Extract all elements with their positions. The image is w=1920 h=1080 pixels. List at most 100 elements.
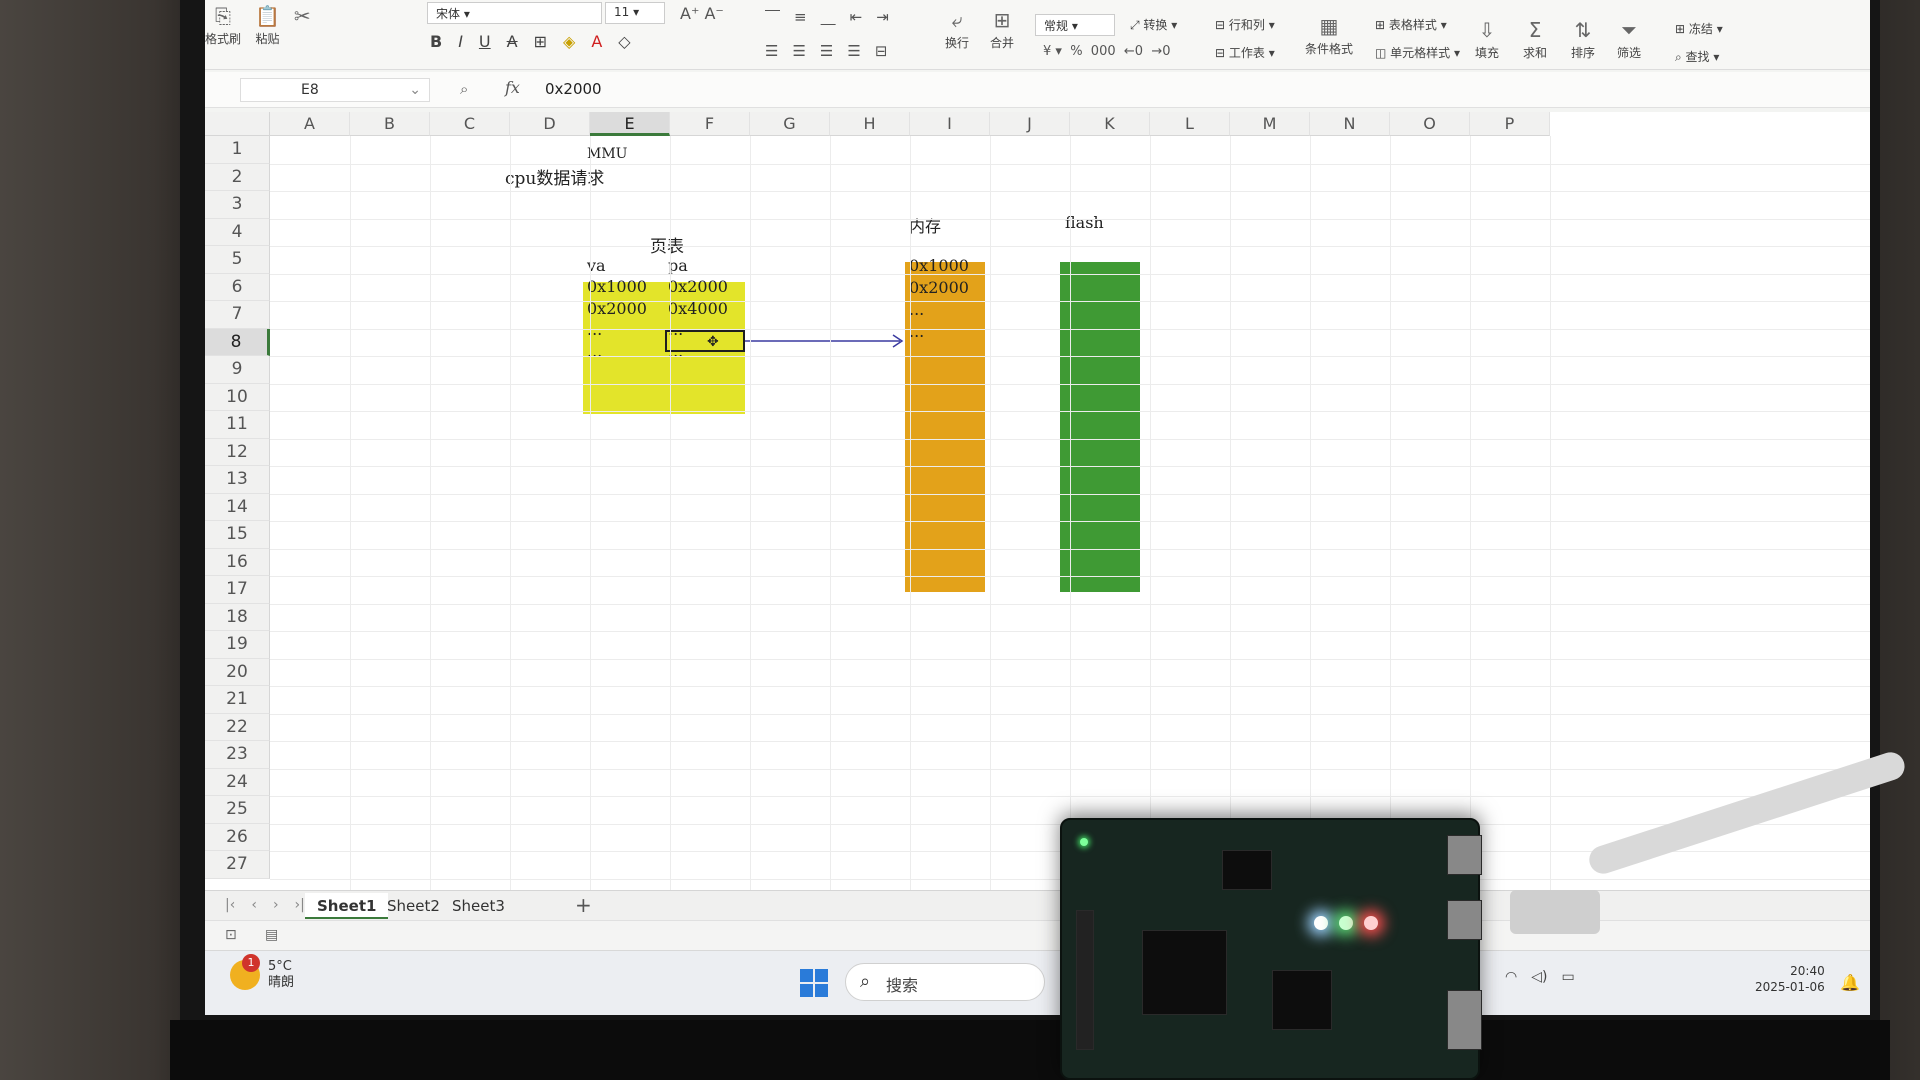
number-format-buttons[interactable]: ¥ ▾ % 000 ←0 →0 bbox=[1043, 44, 1170, 59]
column-header-i[interactable]: I bbox=[910, 112, 990, 136]
merge-button[interactable]: ⊞ 合并 bbox=[990, 8, 1014, 51]
row-header-19[interactable]: 19 bbox=[205, 631, 270, 659]
number-format-select[interactable]: 常规 ▾ bbox=[1035, 14, 1115, 36]
fill-color-icon[interactable]: ◈ bbox=[563, 32, 575, 51]
convert-button[interactable]: ⤢ 转换 ▾ bbox=[1130, 16, 1177, 33]
taskbar-search[interactable]: ⌕ 搜索 bbox=[845, 963, 1045, 1001]
last-sheet-icon[interactable]: ›| bbox=[295, 897, 305, 913]
row-header-26[interactable]: 26 bbox=[205, 823, 270, 851]
align-middle-icon[interactable]: ≡ bbox=[794, 8, 807, 26]
column-header-l[interactable]: L bbox=[1150, 112, 1230, 136]
bold-button[interactable]: B bbox=[430, 32, 442, 51]
formula-input[interactable]: 0x2000 bbox=[545, 80, 602, 98]
column-header-d[interactable]: D bbox=[510, 112, 590, 136]
underline-button[interactable]: U bbox=[479, 32, 491, 51]
row-header-12[interactable]: 12 bbox=[205, 438, 270, 466]
memory-row-2[interactable]: 0x2000 bbox=[909, 278, 969, 297]
row-header-27[interactable]: 27 bbox=[205, 851, 270, 879]
row-header-25[interactable]: 25 bbox=[205, 796, 270, 824]
font-name-select[interactable]: 宋体 ▾ bbox=[427, 2, 602, 24]
sum-button[interactable]: Σ 求和 bbox=[1523, 18, 1547, 61]
cut-button[interactable]: ✂ bbox=[294, 4, 311, 28]
worksheet-button[interactable]: ⊟ 工作表 ▾ bbox=[1215, 44, 1275, 61]
format-painter-button[interactable]: ⎘ 格式刷 bbox=[205, 4, 241, 47]
notification-bell-icon[interactable]: 🔔 bbox=[1840, 973, 1860, 992]
row-header-16[interactable]: 16 bbox=[205, 548, 270, 576]
column-header-f[interactable]: F bbox=[670, 112, 750, 136]
strikethrough-button[interactable]: A bbox=[507, 32, 518, 51]
macro-icon[interactable]: ⊡ bbox=[225, 927, 237, 943]
conditional-format-button[interactable]: ▦ 条件格式 bbox=[1305, 14, 1353, 57]
weather-widget[interactable]: 1 5°C 晴朗 bbox=[230, 954, 294, 991]
font-grow-shrink[interactable]: A⁺ A⁻ bbox=[680, 4, 724, 23]
row-header-23[interactable]: 23 bbox=[205, 741, 270, 769]
row-header-24[interactable]: 24 bbox=[205, 768, 270, 796]
row-header-15[interactable]: 15 bbox=[205, 521, 270, 549]
filter-button[interactable]: ⏷ 筛选 bbox=[1617, 18, 1641, 61]
row-header-5[interactable]: 5 bbox=[205, 246, 270, 274]
mmu-label[interactable]: MMU bbox=[587, 146, 627, 162]
row-header-13[interactable]: 13 bbox=[205, 466, 270, 494]
column-header-a[interactable]: A bbox=[270, 112, 350, 136]
font-color-icon[interactable]: A bbox=[591, 32, 602, 51]
column-header-o[interactable]: O bbox=[1390, 112, 1470, 136]
row-header-2[interactable]: 2 bbox=[205, 163, 270, 191]
row-header-1[interactable]: 1 bbox=[205, 136, 270, 164]
select-all-corner[interactable] bbox=[205, 112, 270, 136]
wrap-text-button[interactable]: ⤶ 换行 bbox=[945, 8, 969, 51]
column-header-e[interactable]: E bbox=[590, 112, 670, 136]
fx-button[interactable]: fx bbox=[505, 78, 520, 97]
page-table-title[interactable]: 页表 bbox=[650, 232, 684, 257]
memory-row-3[interactable]: ... bbox=[909, 300, 924, 319]
zoom-search-icon[interactable]: ⌕ bbox=[460, 80, 468, 98]
sort-button[interactable]: ⇅ 排序 bbox=[1571, 18, 1595, 61]
italic-button[interactable]: I bbox=[458, 32, 463, 51]
row-header-8[interactable]: 8 bbox=[205, 328, 270, 356]
battery-icon[interactable]: ▭ bbox=[1561, 969, 1574, 985]
column-header-k[interactable]: K bbox=[1070, 112, 1150, 136]
indent-decrease-icon[interactable]: ⇤ bbox=[850, 8, 863, 26]
memory-title[interactable]: 内存 bbox=[909, 213, 941, 237]
indent-increase-icon[interactable]: ⇥ bbox=[876, 8, 889, 26]
table-style-button[interactable]: ⊞ 表格样式 ▾ bbox=[1375, 16, 1447, 33]
column-header-h[interactable]: H bbox=[830, 112, 910, 136]
border-icon[interactable]: ⊞ bbox=[534, 32, 547, 51]
cell-style-button[interactable]: ◫ 单元格样式 ▾ bbox=[1375, 44, 1460, 61]
row-header-18[interactable]: 18 bbox=[205, 603, 270, 631]
sheet-tab-sheet3[interactable]: Sheet3 bbox=[440, 893, 517, 919]
column-header-g[interactable]: G bbox=[750, 112, 830, 136]
add-sheet-icon[interactable]: + bbox=[575, 893, 592, 917]
column-header-b[interactable]: B bbox=[350, 112, 430, 136]
memory-row-1[interactable]: 0x1000 bbox=[909, 256, 969, 275]
row-header-11[interactable]: 11 bbox=[205, 411, 270, 439]
memory-row-4[interactable]: ... bbox=[909, 322, 924, 341]
pa-row-1[interactable]: 0x2000 bbox=[668, 277, 728, 296]
spreadsheet-grid[interactable]: MMU cpu数据请求 页表 va pa 0x1000 0x2000 0x200… bbox=[205, 112, 1870, 896]
row-header-4[interactable]: 4 bbox=[205, 218, 270, 246]
row-header-17[interactable]: 17 bbox=[205, 576, 270, 604]
prev-sheet-icon[interactable]: ‹ bbox=[251, 897, 257, 913]
align-right-icon[interactable]: ☰ bbox=[820, 42, 833, 60]
column-header-p[interactable]: P bbox=[1470, 112, 1550, 136]
first-sheet-icon[interactable]: |‹ bbox=[225, 897, 235, 913]
row-header-6[interactable]: 6 bbox=[205, 273, 270, 301]
justify-icon[interactable]: ☰ bbox=[847, 42, 860, 60]
clear-format-icon[interactable]: ◇ bbox=[618, 32, 630, 51]
find-button[interactable]: ⌕ 查找 ▾ bbox=[1675, 48, 1719, 65]
row-header-14[interactable]: 14 bbox=[205, 493, 270, 521]
row-header-20[interactable]: 20 bbox=[205, 658, 270, 686]
column-header-c[interactable]: C bbox=[430, 112, 510, 136]
va-row-1[interactable]: 0x1000 bbox=[587, 277, 647, 296]
row-header-21[interactable]: 21 bbox=[205, 686, 270, 714]
volume-icon[interactable]: ◁) bbox=[1531, 969, 1547, 985]
column-header-n[interactable]: N bbox=[1310, 112, 1390, 136]
next-sheet-icon[interactable]: › bbox=[273, 897, 279, 913]
row-header-10[interactable]: 10 bbox=[205, 383, 270, 411]
align-center-icon[interactable]: ☰ bbox=[792, 42, 805, 60]
rows-cols-button[interactable]: ⊟ 行和列 ▾ bbox=[1215, 16, 1275, 33]
align-bottom-icon[interactable]: ⎽ bbox=[821, 8, 836, 26]
wifi-icon[interactable]: ◠ bbox=[1505, 969, 1517, 985]
fill-button[interactable]: ⇩ 填充 bbox=[1475, 18, 1499, 61]
row-header-22[interactable]: 22 bbox=[205, 713, 270, 741]
align-top-icon[interactable]: ⎺ bbox=[765, 8, 780, 26]
